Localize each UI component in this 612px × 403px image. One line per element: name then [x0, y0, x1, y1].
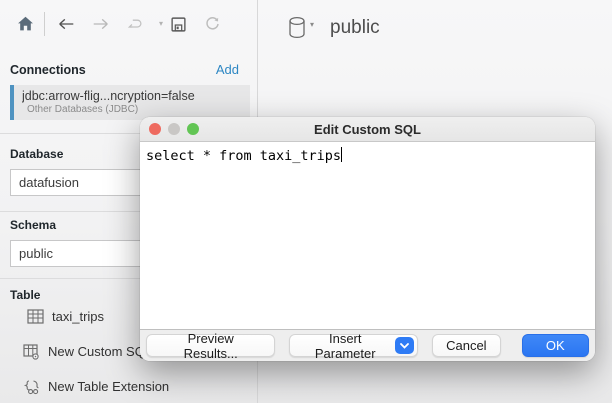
- cancel-button[interactable]: Cancel: [432, 334, 500, 357]
- connections-label: Connections: [10, 63, 86, 77]
- window-controls: [149, 123, 199, 135]
- caret-down-icon: ▾: [159, 20, 163, 28]
- toolbar: ▾: [0, 0, 257, 48]
- undo-button[interactable]: [121, 11, 147, 37]
- new-table-extension-item[interactable]: New Table Extension: [23, 378, 169, 395]
- zoom-window-button[interactable]: [187, 123, 199, 135]
- custom-sql-icon: [23, 343, 40, 360]
- back-button[interactable]: [53, 11, 79, 37]
- connection-item[interactable]: jdbc:arrow-flig...ncryption=false Other …: [10, 85, 250, 120]
- schema-select-value: public: [19, 246, 53, 261]
- page-title: public: [330, 17, 380, 39]
- forward-button[interactable]: [87, 11, 113, 37]
- table-name: taxi_trips: [52, 309, 104, 324]
- database-cylinder-icon: [286, 15, 308, 41]
- undo-menu-button[interactable]: ▾: [155, 11, 165, 37]
- toolbar-divider: [44, 12, 45, 36]
- sql-text: select * from taxi_trips: [146, 148, 341, 164]
- schema-label: Schema: [10, 218, 56, 232]
- undo-group: ▾: [121, 11, 165, 37]
- table-extension-icon: [23, 378, 40, 395]
- table-label: Table: [10, 288, 40, 302]
- chevron-down-icon: [395, 337, 414, 354]
- main-header: ▾ public: [258, 0, 612, 55]
- add-connection-link[interactable]: Add: [216, 62, 239, 77]
- connection-name: jdbc:arrow-flig...ncryption=false: [22, 89, 244, 103]
- database-select-value: datafusion: [19, 175, 79, 190]
- home-button[interactable]: [12, 11, 38, 37]
- new-custom-sql-item[interactable]: New Custom SQL: [23, 343, 152, 360]
- back-arrow-icon: [58, 16, 75, 33]
- insert-parameter-button[interactable]: Insert Parameter: [289, 334, 418, 357]
- edit-custom-sql-dialog: Edit Custom SQL select * from taxi_trips…: [140, 117, 595, 361]
- schema-dropdown-button[interactable]: ▾: [286, 15, 314, 41]
- refresh-icon: [204, 16, 221, 33]
- text-cursor: [341, 147, 342, 162]
- dialog-title: Edit Custom SQL: [140, 122, 595, 137]
- sql-editor[interactable]: select * from taxi_trips: [140, 142, 595, 330]
- ok-button[interactable]: OK: [522, 334, 589, 357]
- save-button[interactable]: [165, 11, 191, 37]
- new-table-extension-label: New Table Extension: [48, 379, 169, 394]
- caret-down-icon: ▾: [310, 21, 314, 29]
- forward-arrow-icon: [92, 16, 109, 33]
- database-label: Database: [10, 147, 63, 161]
- dialog-titlebar[interactable]: Edit Custom SQL: [140, 117, 595, 142]
- new-custom-sql-label: New Custom SQL: [48, 344, 152, 359]
- dialog-footer: Preview Results... Insert Parameter Canc…: [140, 330, 595, 361]
- refresh-button[interactable]: [199, 11, 225, 37]
- table-row-taxi-trips[interactable]: taxi_trips: [27, 308, 104, 325]
- home-icon: [17, 16, 34, 33]
- save-icon: [170, 16, 187, 33]
- connections-header: Connections Add: [0, 48, 257, 85]
- preview-results-button[interactable]: Preview Results...: [146, 334, 275, 357]
- close-window-button[interactable]: [149, 123, 161, 135]
- undo-arrow-icon: [126, 16, 143, 33]
- table-grid-icon: [27, 308, 44, 325]
- connection-type: Other Databases (JDBC): [22, 104, 244, 115]
- minimize-window-button[interactable]: [168, 123, 180, 135]
- insert-parameter-label: Insert Parameter: [301, 331, 389, 361]
